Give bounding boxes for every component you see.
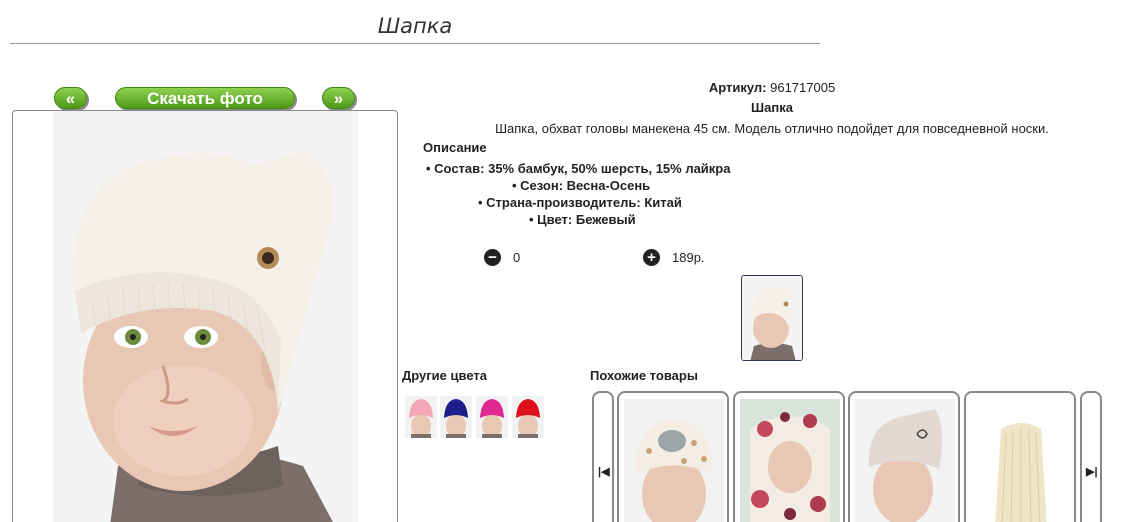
page-title: Шапка <box>10 14 820 44</box>
similar-product-image <box>624 399 724 522</box>
thumbnail-image <box>742 276 802 360</box>
download-photo-button[interactable]: Скачать фото <box>115 87 295 109</box>
product-name: Шапка <box>751 100 793 115</box>
color-swatch[interactable] <box>405 396 437 438</box>
similar-product-image <box>855 399 955 522</box>
article-value: 961717005 <box>770 80 836 95</box>
article-label: Артикул: <box>708 80 767 95</box>
prev-photo-button[interactable]: « <box>54 87 87 109</box>
price-control: + 189р. <box>643 248 705 266</box>
other-colors-label: Другие цвета <box>402 368 487 383</box>
product-photo-image <box>53 111 358 522</box>
property-list: Состав: 35% бамбук, 50% шерсть, 15% лайк… <box>426 161 730 229</box>
minus-circle-icon[interactable]: − <box>484 248 501 266</box>
color-swatch[interactable] <box>476 396 508 438</box>
similar-product-image <box>740 399 840 522</box>
similar-products-label: Похожие товары <box>590 368 698 383</box>
description-heading: Описание <box>423 140 487 155</box>
product-description: Шапка, обхват головы манекена 45 см. Мод… <box>495 121 1049 136</box>
property-item: Сезон: Весна-Осень <box>512 178 730 195</box>
color-swatch[interactable] <box>512 396 544 438</box>
plus-circle-icon[interactable]: + <box>643 248 660 266</box>
skip-forward-icon: ▶| <box>1086 466 1098 478</box>
similar-product-card[interactable] <box>848 391 960 522</box>
photo-thumbnail[interactable] <box>741 275 803 361</box>
quantity-control: − 0 <box>484 248 520 266</box>
similar-product-card[interactable] <box>617 391 729 522</box>
article-line: Артикул: 961717005 <box>400 80 1128 95</box>
similar-product-card[interactable] <box>733 391 845 522</box>
main-product-photo[interactable] <box>12 110 398 522</box>
similar-product-card[interactable] <box>964 391 1076 522</box>
next-photo-button[interactable]: » <box>322 87 355 109</box>
carousel-prev-button[interactable]: |◀ <box>592 391 614 522</box>
property-item: Цвет: Бежевый <box>529 212 730 229</box>
color-swatch[interactable] <box>440 396 472 438</box>
skip-back-icon: |◀ <box>598 466 610 478</box>
property-item: Страна-производитель: Китай <box>478 195 730 212</box>
quantity-value: 0 <box>513 249 521 265</box>
property-item: Состав: 35% бамбук, 50% шерсть, 15% лайк… <box>426 161 730 178</box>
carousel-next-button[interactable]: ▶| <box>1080 391 1102 522</box>
price-value: 189р. <box>672 249 705 265</box>
similar-product-image <box>971 399 1071 522</box>
